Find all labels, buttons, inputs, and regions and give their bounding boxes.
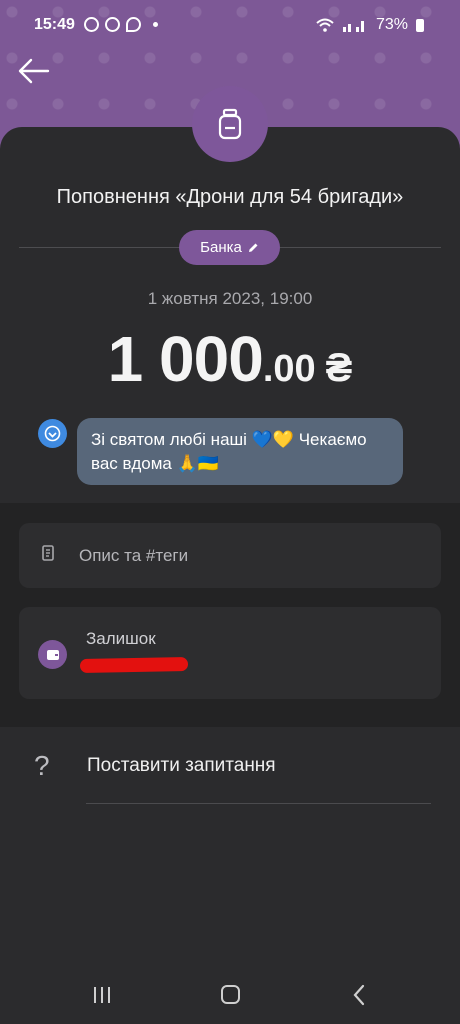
more-notifications-icon bbox=[153, 22, 158, 27]
comment-bubble: Зі святом любі наші 💙💛 Чекаємо вас вдома… bbox=[77, 418, 403, 485]
amount-decimal: .00 bbox=[262, 348, 316, 390]
battery-percentage: 73% bbox=[375, 16, 408, 33]
category-chip[interactable]: Банка bbox=[179, 230, 280, 265]
description-tags-label: Опис та #теги bbox=[79, 546, 189, 565]
notification-icons bbox=[84, 17, 158, 32]
jar-icon bbox=[218, 108, 242, 140]
download-arrow-icon bbox=[44, 425, 61, 442]
divider-right bbox=[280, 247, 441, 248]
note-icon bbox=[42, 545, 54, 561]
location-icon bbox=[126, 17, 141, 32]
jar-avatar bbox=[192, 86, 268, 162]
redacted-balance bbox=[79, 657, 189, 673]
transaction-title: Поповнення «Дрони для 54 бригади» bbox=[56, 186, 404, 208]
system-navigation-bar bbox=[0, 972, 460, 1024]
category-chip-label: Банка bbox=[200, 239, 242, 256]
signal-icon bbox=[342, 21, 364, 32]
app-notification-icon bbox=[105, 17, 120, 32]
home-icon[interactable] bbox=[221, 985, 240, 1004]
currency-symbol: ₴ bbox=[325, 346, 353, 390]
wallet-avatar bbox=[38, 640, 67, 669]
transaction-amount: 1 000.00 ₴ bbox=[0, 322, 460, 396]
viber-icon bbox=[84, 17, 99, 32]
wifi-icon bbox=[316, 18, 334, 32]
wallet-icon bbox=[46, 649, 59, 660]
ask-divider bbox=[86, 803, 431, 804]
description-tags-card[interactable]: Опис та #теги bbox=[19, 523, 441, 588]
amount-integer: 1 000 bbox=[107, 323, 264, 395]
pencil-icon bbox=[248, 243, 258, 252]
question-icon: ? bbox=[34, 750, 50, 781]
recent-apps-icon[interactable] bbox=[92, 986, 112, 1004]
comment-icon bbox=[38, 419, 67, 448]
back-nav-icon[interactable] bbox=[352, 984, 366, 1006]
battery-icon bbox=[416, 18, 424, 32]
divider-left bbox=[19, 247, 180, 248]
system-status: 73% bbox=[316, 16, 424, 34]
balance-label: Залишок bbox=[86, 629, 156, 648]
status-bar: 15:49 73% bbox=[0, 0, 460, 50]
arrow-left-icon[interactable] bbox=[18, 58, 50, 84]
balance-card: Залишок bbox=[19, 607, 441, 699]
ask-question-button[interactable]: Поставити запитання bbox=[87, 755, 276, 777]
transaction-date: 1 жовтня 2023, 19:00 bbox=[147, 289, 313, 308]
status-time: 15:49 bbox=[34, 16, 75, 33]
